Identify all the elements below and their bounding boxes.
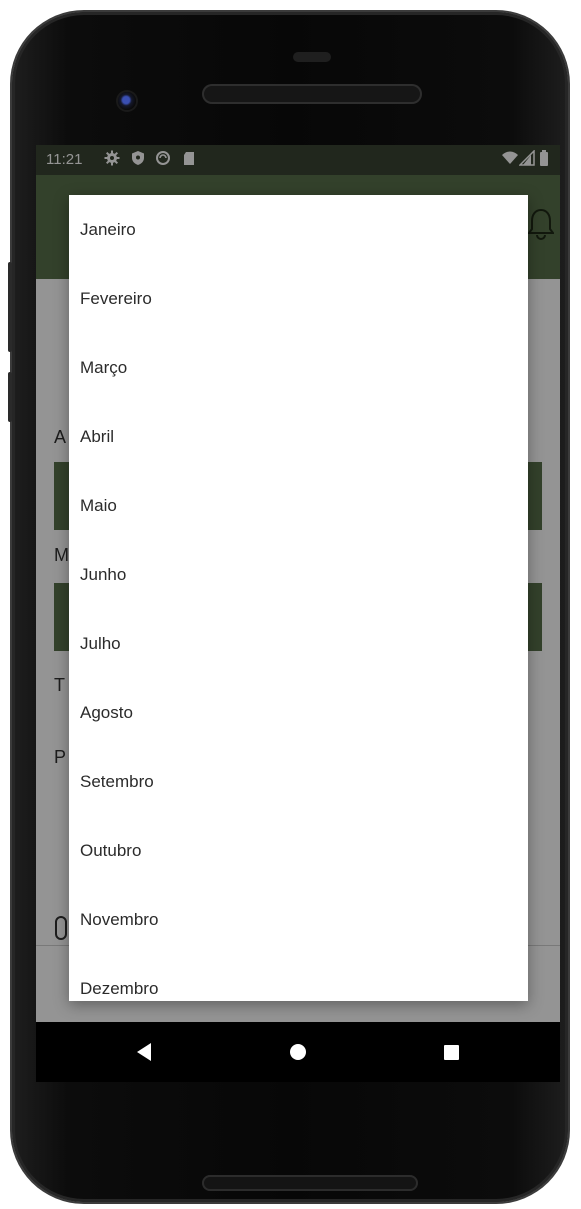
month-item-fevereiro[interactable]: Fevereiro (69, 264, 528, 333)
month-item-agosto[interactable]: Agosto (69, 678, 528, 747)
month-dropdown: Janeiro Fevereiro Março Abril Maio Junho… (69, 195, 528, 1001)
home-icon[interactable] (290, 1044, 306, 1060)
earpiece-speaker (202, 84, 422, 104)
month-item-outubro[interactable]: Outubro (69, 816, 528, 885)
month-item-marco[interactable]: Março (69, 333, 528, 402)
proximity-sensor (293, 52, 331, 62)
month-item-setembro[interactable]: Setembro (69, 747, 528, 816)
recents-icon[interactable] (444, 1045, 459, 1060)
back-icon[interactable] (136, 1042, 152, 1062)
front-camera-icon (118, 92, 136, 110)
bottom-speaker (202, 1175, 418, 1191)
screen: 11:21 A M T P Janeiro Fevereiro Março Ab… (36, 145, 560, 1022)
month-item-julho[interactable]: Julho (69, 609, 528, 678)
month-item-janeiro[interactable]: Janeiro (69, 195, 528, 264)
navigation-bar (36, 1022, 560, 1082)
power-button (8, 372, 12, 422)
month-item-abril[interactable]: Abril (69, 402, 528, 471)
month-item-novembro[interactable]: Novembro (69, 885, 528, 954)
month-item-junho[interactable]: Junho (69, 540, 528, 609)
month-item-maio[interactable]: Maio (69, 471, 528, 540)
volume-button (8, 262, 12, 352)
month-item-dezembro[interactable]: Dezembro (69, 954, 528, 1001)
